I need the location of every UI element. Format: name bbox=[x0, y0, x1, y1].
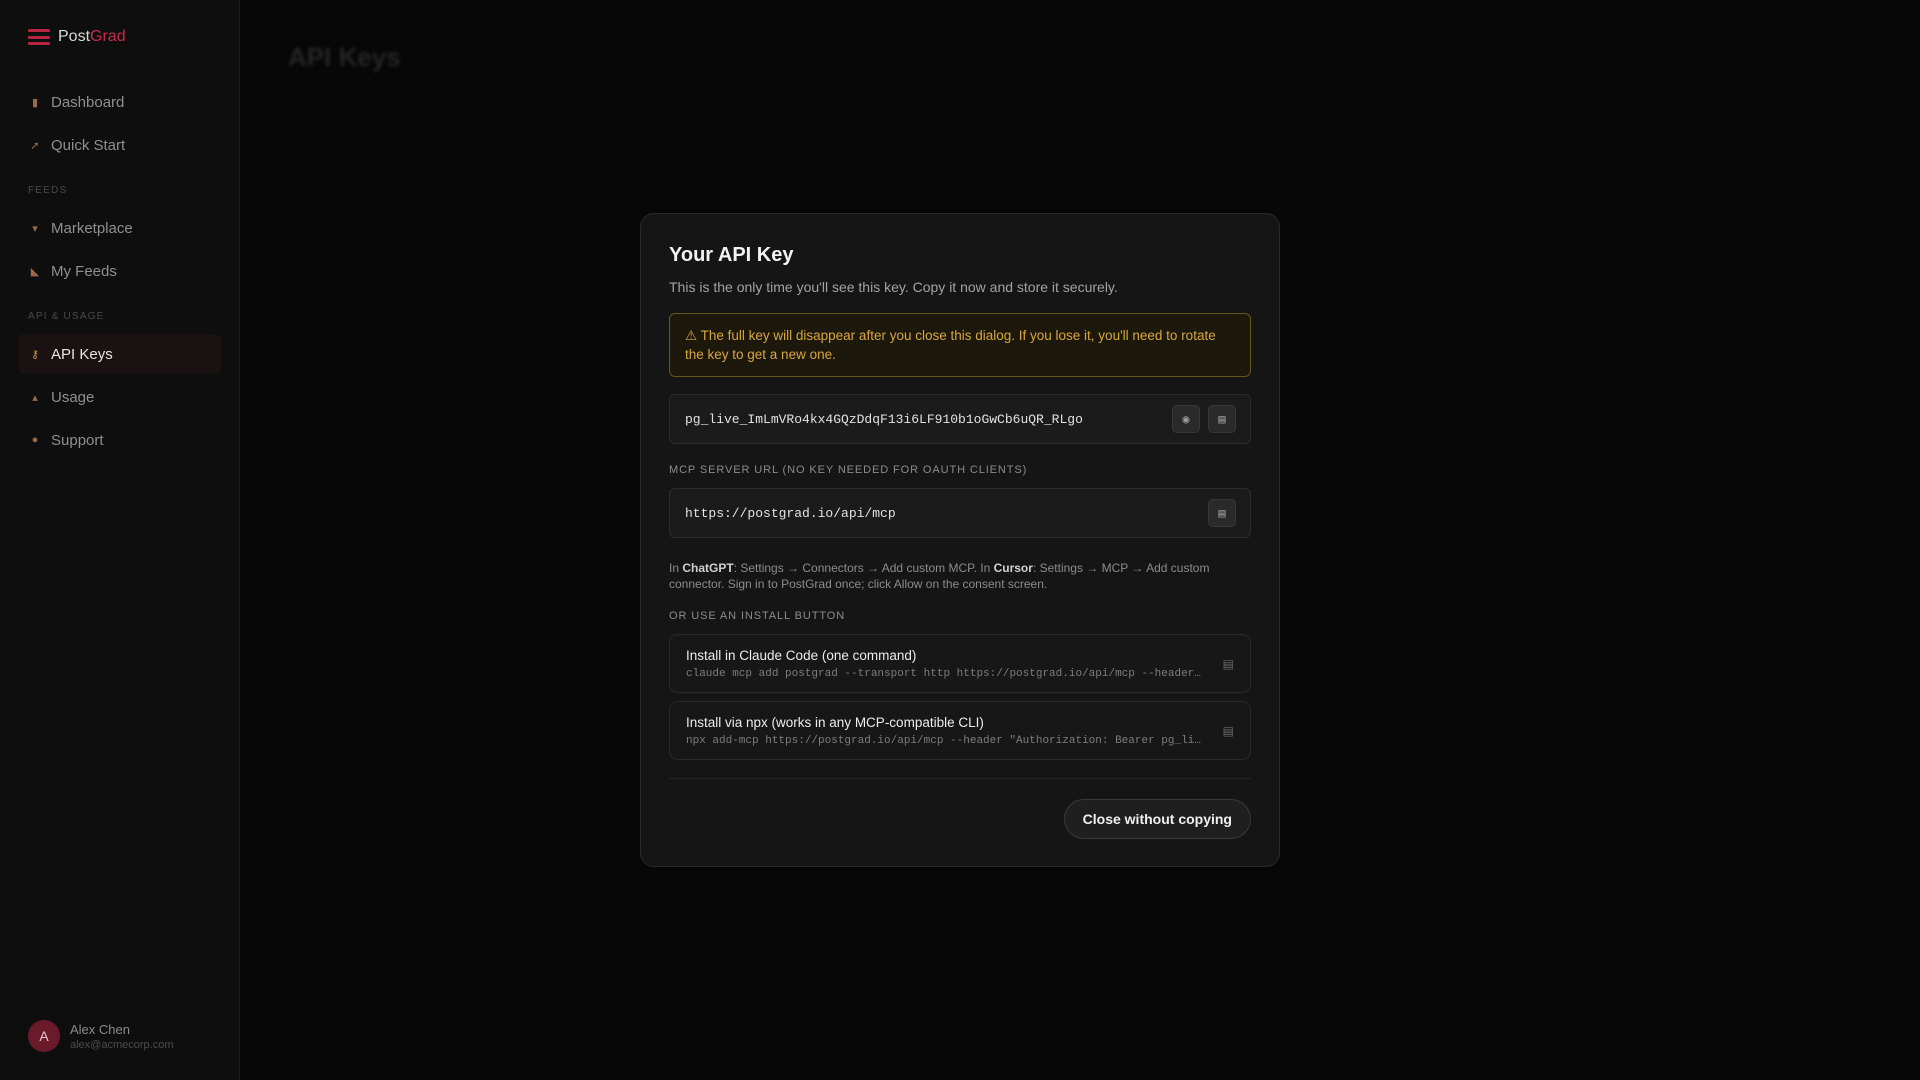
chat-icon: ● bbox=[31, 434, 39, 446]
sidebar-item-quick-start[interactable]: ➚ Quick Start bbox=[18, 125, 221, 165]
sidebar-item-label: Support bbox=[51, 431, 104, 449]
user-profile[interactable]: A Alex Chen alex@acmecorp.com bbox=[28, 1020, 173, 1052]
warning-banner: ⚠ The full key will disappear after you … bbox=[669, 313, 1251, 377]
sidebar-item-label: Dashboard bbox=[51, 93, 125, 111]
logo[interactable]: PostGrad bbox=[28, 28, 221, 46]
cart-icon: ▾ bbox=[32, 222, 38, 235]
eye-icon: ◉ bbox=[1182, 412, 1190, 427]
sidebar-item-label: Usage bbox=[51, 388, 95, 406]
install-title: Install via npx (works in any MCP-compat… bbox=[686, 714, 984, 730]
nav-section-api: API & USAGE bbox=[28, 311, 105, 322]
dialog-title: Your API Key bbox=[669, 244, 794, 266]
sidebar-item-dashboard[interactable]: ▮ Dashboard bbox=[18, 82, 221, 122]
sidebar-item-label: Quick Start bbox=[51, 136, 126, 154]
install-command: claude mcp add postgrad --transport http… bbox=[686, 667, 1201, 680]
close-without-copying-button[interactable]: Close without copying bbox=[1063, 799, 1251, 839]
sidebar-item-my-feeds[interactable]: ◣ My Feeds bbox=[18, 251, 221, 291]
sidebar-item-usage[interactable]: ▴ Usage bbox=[18, 377, 221, 417]
mcp-url-field[interactable]: https://postgrad.io/api/mcp ▤ bbox=[669, 488, 1251, 538]
avatar: A bbox=[28, 1020, 60, 1052]
brand-accent: Grad bbox=[90, 28, 126, 45]
user-email: alex@acmecorp.com bbox=[70, 1038, 174, 1051]
mcp-url-label: MCP SERVER URL (NO KEY NEEDED FOR OAUTH … bbox=[669, 464, 1028, 476]
install-npx-button[interactable]: Install via npx (works in any MCP-compat… bbox=[669, 701, 1251, 760]
reveal-key-button[interactable]: ◉ bbox=[1172, 405, 1200, 433]
key-icon: ⚷ bbox=[30, 348, 40, 361]
trend-icon: ▴ bbox=[32, 391, 38, 404]
sidebar-item-label: My Feeds bbox=[51, 262, 117, 280]
sidebar: PostGrad ▮ Dashboard ➚ Quick Start FEEDS… bbox=[0, 0, 240, 1080]
install-claude-code-button[interactable]: Install in Claude Code (one command) cla… bbox=[669, 634, 1251, 693]
clipboard-icon[interactable]: ▤ bbox=[1223, 724, 1234, 738]
logo-icon bbox=[28, 29, 50, 45]
clipboard-icon: ▤ bbox=[1218, 506, 1226, 521]
install-command: npx add-mcp https://postgrad.io/api/mcp … bbox=[686, 734, 1201, 747]
clipboard-icon: ▤ bbox=[1218, 412, 1226, 427]
clipboard-icon[interactable]: ▤ bbox=[1223, 657, 1234, 671]
sidebar-item-label: API Keys bbox=[51, 345, 113, 363]
sidebar-item-marketplace[interactable]: ▾ Marketplace bbox=[18, 208, 221, 248]
mcp-url-value[interactable]: https://postgrad.io/api/mcp bbox=[685, 506, 1200, 521]
rocket-icon: ➚ bbox=[30, 139, 40, 152]
sidebar-item-support[interactable]: ● Support bbox=[18, 420, 221, 460]
sidebar-item-label: Marketplace bbox=[51, 219, 133, 237]
user-name: Alex Chen bbox=[70, 1021, 130, 1037]
brand-prefix: Post bbox=[58, 28, 91, 45]
copy-key-button[interactable]: ▤ bbox=[1208, 405, 1236, 433]
mcp-help-text: In ChatGPT: Settings → Connectors → Add … bbox=[669, 561, 1210, 591]
install-title: Install in Claude Code (one command) bbox=[686, 647, 917, 663]
divider bbox=[669, 778, 1251, 779]
api-key-field[interactable]: pg_live_ImLmVRo4kx4GQzDdqF13i6LF910b1oGw… bbox=[669, 394, 1251, 444]
api-key-dialog: Your API Key This is the only time you'l… bbox=[640, 213, 1280, 867]
sidebar-item-api-keys[interactable]: ⚷ API Keys bbox=[18, 334, 221, 374]
copy-mcp-url-button[interactable]: ▤ bbox=[1208, 499, 1236, 527]
install-label: OR USE AN INSTALL BUTTON bbox=[669, 610, 846, 622]
dialog-subtitle: This is the only time you'll see this ke… bbox=[669, 279, 1118, 295]
chart-icon: ▮ bbox=[31, 96, 39, 109]
satellite-icon: ◣ bbox=[30, 265, 40, 278]
nav-section-feeds: FEEDS bbox=[28, 185, 68, 196]
api-key-value[interactable]: pg_live_ImLmVRo4kx4GQzDdqF13i6LF910b1oGw… bbox=[685, 412, 1164, 427]
